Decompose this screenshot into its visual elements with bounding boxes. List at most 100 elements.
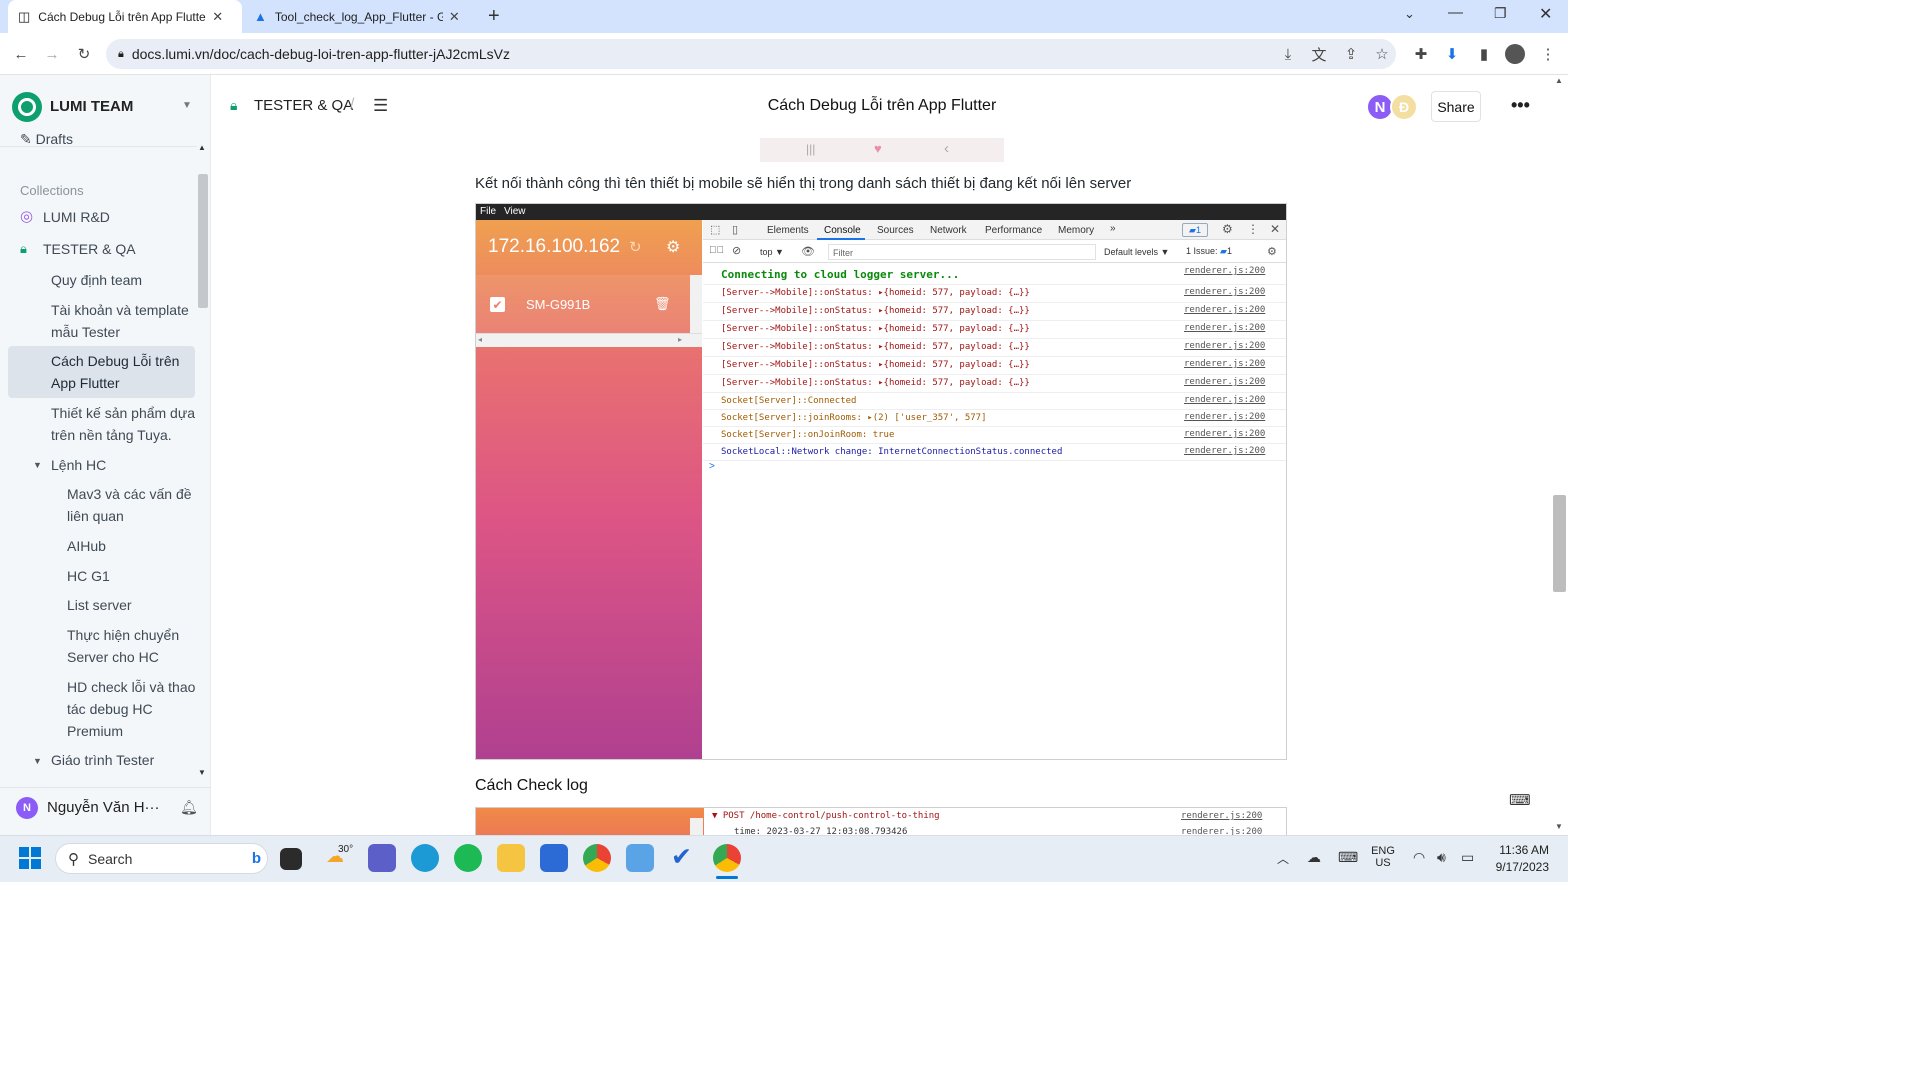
drafts-item[interactable]: ✎ Drafts: [20, 128, 73, 144]
collection-tester-qa[interactable]: 🔒︎ TESTER & QA: [20, 238, 136, 260]
sidebar-item[interactable]: Quy định team: [51, 269, 142, 291]
bookmark-star-icon[interactable]: ☆: [1372, 44, 1392, 64]
install-icon[interactable]: ⤓: [1278, 44, 1298, 64]
log-source-link[interactable]: renderer.js:200: [1184, 446, 1265, 456]
sidebar-item[interactable]: Giáo trình Tester: [51, 749, 154, 771]
console-filter-input[interactable]: Filter: [828, 244, 1096, 260]
log-source-link[interactable]: renderer.js:200: [1184, 395, 1265, 405]
bell-icon[interactable]: 🔔︎: [180, 799, 198, 816]
expand-caret-icon[interactable]: ▼: [33, 460, 42, 470]
minimize-icon[interactable]: —: [1448, 4, 1463, 21]
console-settings-icon[interactable]: ⚙: [1267, 245, 1277, 258]
tab-search-icon[interactable]: ⌄: [1404, 6, 1415, 22]
device-checkbox[interactable]: ✔: [490, 297, 505, 312]
edge-icon[interactable]: [411, 844, 439, 872]
sidebar-item[interactable]: HD check lỗi và thao tác debug HC Premiu…: [67, 676, 197, 742]
close-tab-icon[interactable]: ✕: [212, 9, 223, 25]
table-of-contents-icon[interactable]: ☰: [373, 96, 388, 116]
collaborator-avatar[interactable]: Đ: [1390, 93, 1418, 121]
clear-console-icon[interactable]: ⊘: [732, 244, 741, 257]
sidebar-item[interactable]: Thực hiện chuyển Server cho HC: [67, 624, 185, 668]
onedrive-icon[interactable]: ☁: [1307, 849, 1321, 866]
settings-icon[interactable]: ⚙: [666, 237, 680, 257]
log-source-link[interactable]: renderer.js:200: [1184, 429, 1265, 439]
page-scroll-down[interactable]: ▼: [1555, 822, 1563, 831]
messages-badge[interactable]: ▰ 1: [1182, 223, 1208, 237]
log-source-link[interactable]: renderer.js:200: [1184, 266, 1265, 276]
download-icon[interactable]: ⬇: [1442, 44, 1462, 64]
devtools-settings-icon[interactable]: ⚙: [1222, 222, 1233, 236]
log-source-link[interactable]: renderer.js:200: [1184, 305, 1265, 315]
trash-icon[interactable]: 🗑︎: [654, 296, 671, 312]
devtools-close-icon[interactable]: ✕: [1270, 222, 1280, 236]
windows-start-icon[interactable]: [19, 847, 41, 869]
device-toolbar-icon[interactable]: ▯: [732, 223, 738, 236]
share-icon[interactable]: ⇪: [1341, 44, 1361, 64]
battery-icon[interactable]: ▭: [1461, 849, 1474, 866]
devtools-tab-console[interactable]: Console: [824, 225, 861, 236]
sidebar-scrollbar[interactable]: [198, 174, 208, 308]
devtools-menu-icon[interactable]: ⋮: [1247, 222, 1259, 236]
menu-file[interactable]: File: [480, 206, 496, 217]
page-scrollbar[interactable]: [1553, 495, 1566, 592]
devtools-tab-network[interactable]: Network: [930, 225, 967, 236]
volume-icon[interactable]: 🔊︎: [1437, 849, 1446, 866]
new-tab-icon[interactable]: +: [488, 5, 500, 28]
keyboard-icon[interactable]: ⌨: [1338, 849, 1358, 866]
collection-lumi-rd[interactable]: ◎ LUMI R&D: [20, 206, 110, 228]
extensions-icon[interactable]: ✚: [1411, 44, 1431, 64]
file-explorer-icon[interactable]: [497, 844, 525, 872]
keyboard-shortcuts-icon[interactable]: ⌨: [1509, 791, 1531, 809]
scroll-down-arrow[interactable]: ▼: [198, 768, 206, 777]
panel-scrollbar[interactable]: [690, 275, 702, 333]
panel-h-scrollbar[interactable]: ◂ ▸: [476, 333, 702, 347]
browser-tab[interactable]: ▲ Tool_check_log_App_Flutter - Go ✕: [244, 0, 478, 33]
log-source-link[interactable]: renderer.js:200: [1184, 377, 1265, 387]
site-info-icon[interactable]: 🔒︎: [118, 48, 124, 61]
maximize-icon[interactable]: ❐: [1494, 5, 1507, 22]
page-scroll-up[interactable]: ▲: [1555, 76, 1563, 85]
remote-desktop-icon[interactable]: [626, 844, 654, 872]
sidebar-item-selected[interactable]: Cách Debug Lỗi trên App Flutter: [51, 350, 191, 394]
sidebar-toggle-icon[interactable]: ▸⃞: [709, 245, 724, 256]
address-bar[interactable]: 🔒︎ docs.lumi.vn/doc/cach-debug-loi-tren-…: [106, 39, 1396, 69]
devtools-tab-elements[interactable]: Elements: [767, 225, 809, 236]
back-icon[interactable]: ←: [11, 44, 31, 64]
log-source-link[interactable]: renderer.js:200: [1181, 811, 1262, 821]
sidebar-item[interactable]: List server: [67, 594, 132, 616]
store-icon[interactable]: [540, 844, 568, 872]
side-panel-icon[interactable]: ▮: [1474, 44, 1494, 64]
more-tabs-icon[interactable]: »: [1110, 223, 1116, 234]
spotify-icon[interactable]: [454, 844, 482, 872]
taskbar-search[interactable]: ⚲ Search b: [55, 843, 268, 874]
translate-icon[interactable]: 文: [1309, 44, 1329, 64]
expand-caret-icon[interactable]: ▼: [33, 756, 42, 766]
sidebar-item[interactable]: Tài khoản và template mẫu Tester: [51, 299, 193, 343]
inspect-icon[interactable]: ⬚: [710, 223, 720, 236]
devtools-tab-sources[interactable]: Sources: [877, 225, 914, 236]
browser-menu-icon[interactable]: ⋮: [1538, 44, 1558, 64]
todo-icon[interactable]: ✔: [671, 842, 692, 872]
refresh-icon[interactable]: ↻: [629, 238, 642, 256]
chrome-icon[interactable]: [583, 844, 611, 872]
log-source-link[interactable]: renderer.js:200: [1184, 412, 1265, 422]
forward-icon[interactable]: →: [42, 44, 62, 64]
log-source-link[interactable]: renderer.js:200: [1181, 827, 1262, 835]
close-tab-icon[interactable]: ✕: [449, 9, 460, 25]
wifi-icon[interactable]: ◠: [1413, 849, 1425, 866]
teams-icon[interactable]: [368, 844, 396, 872]
user-avatar[interactable]: N: [16, 797, 38, 819]
clock[interactable]: 11:36 AM 9/17/2023: [1492, 843, 1549, 874]
sidebar-item[interactable]: Lệnh HC: [51, 454, 106, 476]
scroll-up-arrow[interactable]: ▲: [198, 143, 206, 152]
log-levels-select[interactable]: Default levels ▼: [1104, 247, 1169, 257]
sidebar-item[interactable]: AIHub: [67, 535, 106, 557]
team-dropdown-icon[interactable]: ▼: [182, 100, 192, 111]
task-view-icon[interactable]: [280, 848, 302, 870]
team-name[interactable]: LUMI TEAM: [50, 98, 133, 115]
log-source-link[interactable]: renderer.js:200: [1184, 287, 1265, 297]
language-indicator[interactable]: ENG US: [1371, 845, 1395, 869]
reload-icon[interactable]: ↻: [74, 44, 94, 64]
sidebar-item[interactable]: Thiết kế sản phẩm dựa trên nền tảng Tuya…: [51, 402, 196, 446]
log-source-link[interactable]: renderer.js:200: [1184, 359, 1265, 369]
